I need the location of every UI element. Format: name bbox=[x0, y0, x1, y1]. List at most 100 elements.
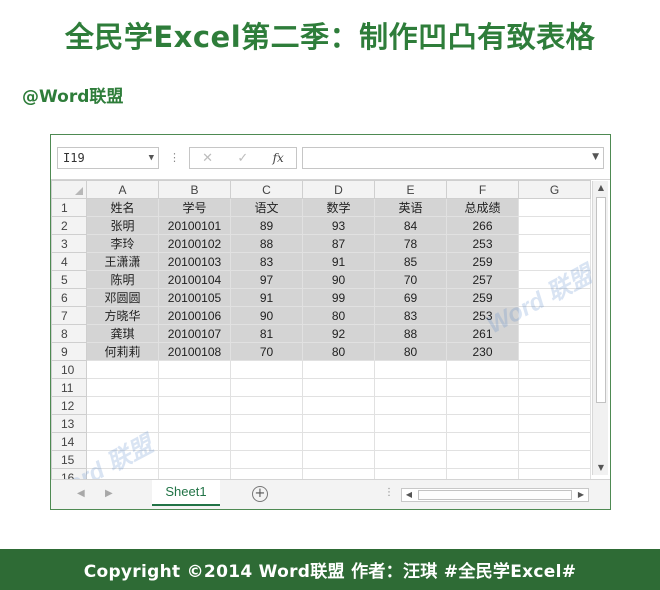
cell[interactable]: 92 bbox=[302, 324, 375, 343]
tab-prev-icon[interactable]: ◀ bbox=[77, 488, 85, 499]
cell[interactable] bbox=[518, 252, 591, 271]
row-header[interactable]: 9 bbox=[51, 342, 87, 361]
cell[interactable]: 20100102 bbox=[158, 234, 231, 253]
cell[interactable]: 83 bbox=[374, 306, 447, 325]
cell[interactable] bbox=[446, 396, 519, 415]
cell[interactable]: 王潇潇 bbox=[86, 252, 159, 271]
cell[interactable] bbox=[158, 432, 231, 451]
column-header[interactable]: C bbox=[230, 180, 303, 199]
cell[interactable]: 257 bbox=[446, 270, 519, 289]
row-header[interactable]: 15 bbox=[51, 450, 87, 469]
cell[interactable]: 80 bbox=[302, 306, 375, 325]
cell[interactable]: 253 bbox=[446, 234, 519, 253]
cell[interactable] bbox=[230, 378, 303, 397]
cell[interactable]: 91 bbox=[302, 252, 375, 271]
cell[interactable]: 253 bbox=[446, 306, 519, 325]
row-header[interactable]: 12 bbox=[51, 396, 87, 415]
cell[interactable] bbox=[230, 450, 303, 469]
cell[interactable]: 方晓华 bbox=[86, 306, 159, 325]
cell[interactable]: 69 bbox=[374, 288, 447, 307]
row-header[interactable]: 1 bbox=[51, 198, 87, 217]
cell[interactable]: 龚琪 bbox=[86, 324, 159, 343]
cell[interactable]: 邓圆圆 bbox=[86, 288, 159, 307]
scroll-left-icon[interactable]: ◀ bbox=[402, 489, 416, 501]
cell[interactable] bbox=[86, 378, 159, 397]
cell[interactable]: 90 bbox=[230, 306, 303, 325]
cell[interactable] bbox=[446, 450, 519, 469]
horizontal-scrollbar[interactable]: ◀ ▶ bbox=[401, 488, 589, 502]
row-header[interactable]: 2 bbox=[51, 216, 87, 235]
column-header[interactable]: B bbox=[158, 180, 231, 199]
cell[interactable] bbox=[158, 450, 231, 469]
chevron-down-icon[interactable]: ▼ bbox=[149, 148, 154, 168]
column-header[interactable]: E bbox=[374, 180, 447, 199]
cell[interactable]: 80 bbox=[374, 342, 447, 361]
cell[interactable] bbox=[86, 414, 159, 433]
cell[interactable] bbox=[518, 288, 591, 307]
cell[interactable] bbox=[518, 342, 591, 361]
cell[interactable]: 81 bbox=[230, 324, 303, 343]
cell[interactable]: 230 bbox=[446, 342, 519, 361]
confirm-icon[interactable]: ✓ bbox=[237, 151, 248, 166]
cell[interactable]: 97 bbox=[230, 270, 303, 289]
cell[interactable] bbox=[446, 432, 519, 451]
cell[interactable] bbox=[518, 270, 591, 289]
cell[interactable]: 78 bbox=[374, 234, 447, 253]
scroll-down-icon[interactable]: ▼ bbox=[593, 461, 609, 475]
cell[interactable]: 数学 bbox=[302, 198, 375, 217]
cell[interactable] bbox=[518, 324, 591, 343]
cell[interactable]: 20100101 bbox=[158, 216, 231, 235]
cell[interactable] bbox=[158, 414, 231, 433]
cell[interactable] bbox=[158, 396, 231, 415]
vertical-scroll-thumb[interactable] bbox=[596, 197, 606, 403]
cell[interactable]: 张明 bbox=[86, 216, 159, 235]
scroll-right-icon[interactable]: ▶ bbox=[574, 489, 588, 501]
cell[interactable]: 总成绩 bbox=[446, 198, 519, 217]
row-header[interactable]: 8 bbox=[51, 324, 87, 343]
worksheet-grid[interactable]: A B C D E F G 1 姓名 学号 语文 数学 英语 总成绩 2 张明 20100101 89 93 84 26… bbox=[51, 179, 610, 509]
cell[interactable] bbox=[302, 414, 375, 433]
row-header[interactable]: 5 bbox=[51, 270, 87, 289]
scroll-up-icon[interactable]: ▲ bbox=[593, 181, 609, 195]
cell[interactable] bbox=[302, 396, 375, 415]
cell[interactable]: 84 bbox=[374, 216, 447, 235]
cell[interactable] bbox=[518, 432, 591, 451]
cell[interactable]: 姓名 bbox=[86, 198, 159, 217]
cell[interactable] bbox=[302, 378, 375, 397]
formula-input[interactable]: ▼ bbox=[302, 147, 604, 169]
cell[interactable] bbox=[518, 198, 591, 217]
cell[interactable] bbox=[518, 378, 591, 397]
cell[interactable] bbox=[374, 414, 447, 433]
row-header[interactable]: 13 bbox=[51, 414, 87, 433]
select-all-corner[interactable] bbox=[51, 180, 87, 199]
cell[interactable]: 90 bbox=[302, 270, 375, 289]
row-header[interactable]: 4 bbox=[51, 252, 87, 271]
cell[interactable]: 何莉莉 bbox=[86, 342, 159, 361]
cell[interactable]: 李玲 bbox=[86, 234, 159, 253]
cell[interactable]: 93 bbox=[302, 216, 375, 235]
cell[interactable] bbox=[374, 360, 447, 379]
cell[interactable]: 261 bbox=[446, 324, 519, 343]
expand-formula-icon[interactable]: ▼ bbox=[592, 152, 599, 162]
cell[interactable]: 20100107 bbox=[158, 324, 231, 343]
cell[interactable] bbox=[446, 378, 519, 397]
cell[interactable]: 20100103 bbox=[158, 252, 231, 271]
cell[interactable] bbox=[518, 234, 591, 253]
cell[interactable] bbox=[518, 216, 591, 235]
cell[interactable]: 259 bbox=[446, 252, 519, 271]
cell[interactable] bbox=[158, 378, 231, 397]
cell[interactable]: 87 bbox=[302, 234, 375, 253]
cell[interactable]: 89 bbox=[230, 216, 303, 235]
tab-sheet1[interactable]: Sheet1 bbox=[152, 480, 220, 506]
insert-function-icon[interactable]: fx bbox=[273, 151, 284, 165]
column-header[interactable]: F bbox=[446, 180, 519, 199]
cell[interactable] bbox=[230, 414, 303, 433]
row-header[interactable]: 14 bbox=[51, 432, 87, 451]
cell[interactable] bbox=[374, 378, 447, 397]
cell[interactable]: 英语 bbox=[374, 198, 447, 217]
cell[interactable]: 80 bbox=[302, 342, 375, 361]
cell[interactable] bbox=[86, 432, 159, 451]
cell[interactable]: 88 bbox=[374, 324, 447, 343]
cell[interactable] bbox=[86, 396, 159, 415]
name-box[interactable]: I19 ▼ bbox=[57, 147, 159, 169]
